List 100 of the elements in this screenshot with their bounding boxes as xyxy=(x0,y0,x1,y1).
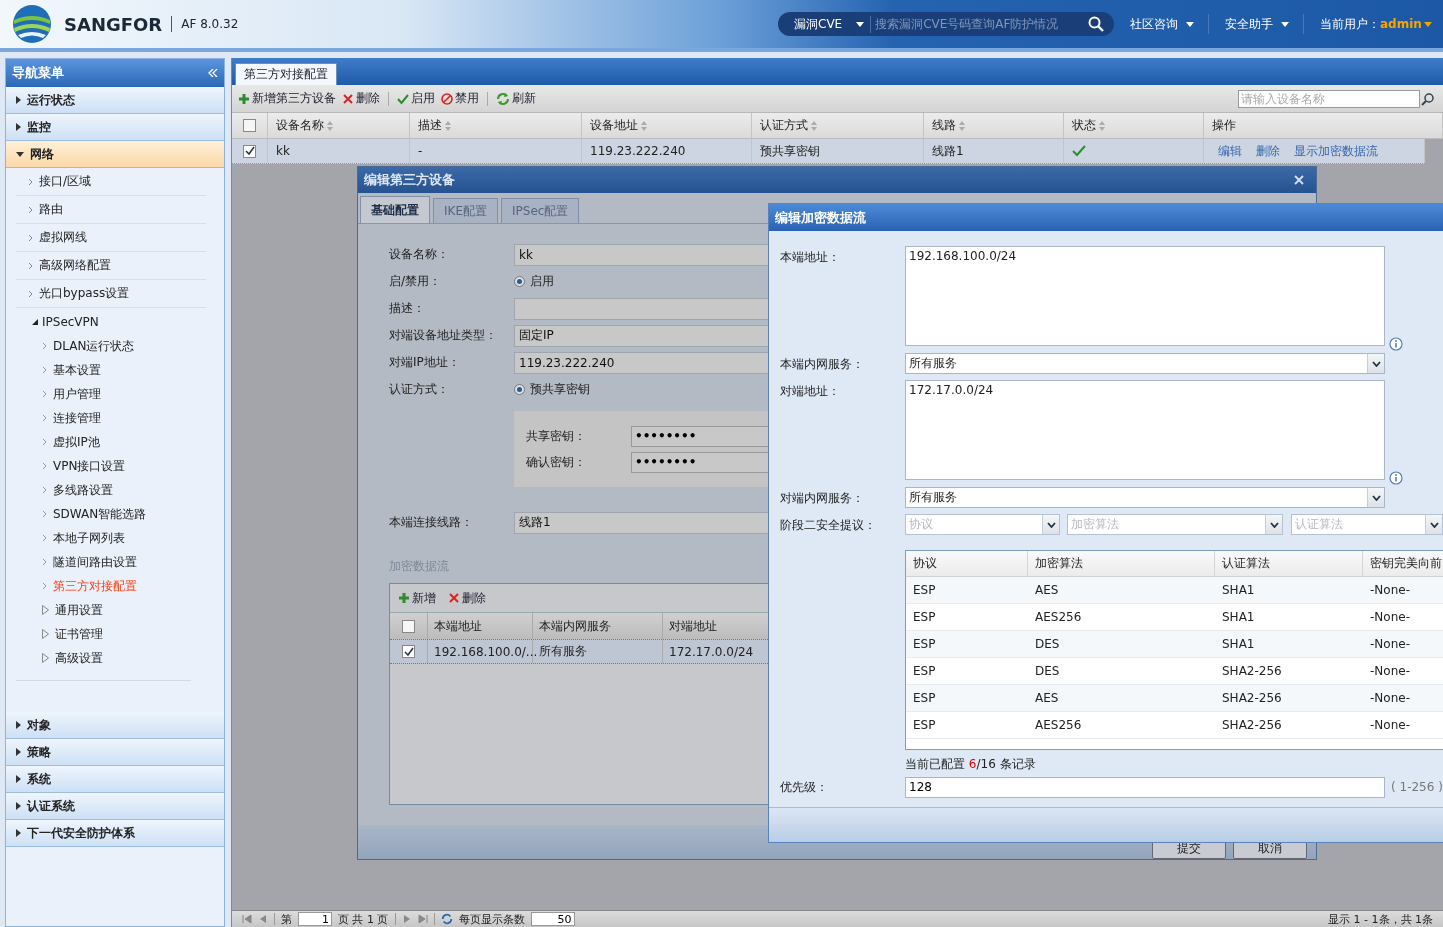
sort-icon xyxy=(327,120,333,131)
nav-item[interactable]: VPN接口设置 xyxy=(6,454,126,478)
nav-item[interactable]: 基本设置 xyxy=(6,358,101,382)
action-link[interactable]: 显示加密数据流 xyxy=(1294,142,1378,160)
radio-label: 启用 xyxy=(530,273,554,290)
dropdown-field[interactable]: 所有服务 xyxy=(905,353,1385,374)
nav-item[interactable]: 隧道间路由设置 xyxy=(6,550,137,574)
nav-item[interactable]: 多线路设置 xyxy=(6,478,113,502)
nav-item[interactable]: SDWAN智能选路 xyxy=(6,502,147,526)
nav-section[interactable]: 下一代安全防护体系 xyxy=(6,820,224,847)
table-cell-text: SHA2-256 xyxy=(1221,717,1283,734)
forbidden-icon xyxy=(441,92,453,105)
search-icon[interactable] xyxy=(1088,16,1104,32)
address-field[interactable]: 172.17.0.0/24 xyxy=(905,380,1385,480)
nav-item[interactable]: DLAN运行状态 xyxy=(6,334,135,358)
nav-item[interactable]: 通用设置 xyxy=(6,598,103,622)
nav-section[interactable]: 监控 xyxy=(6,114,224,141)
column-header[interactable]: 状态 xyxy=(1064,113,1204,138)
toolbar-button[interactable]: 启用 xyxy=(397,88,435,109)
search-icon[interactable] xyxy=(1421,91,1435,106)
refresh-icon[interactable] xyxy=(440,913,453,925)
field-label: 阶段二安全提议： xyxy=(780,517,877,534)
nav-group[interactable]: IPSecVPN xyxy=(6,310,99,334)
radio-button[interactable] xyxy=(514,276,525,287)
nav-item[interactable]: 连接管理 xyxy=(6,406,101,430)
nav-item[interactable]: 高级网络配置 xyxy=(16,252,206,280)
nav-section[interactable]: 运行状态 xyxy=(6,87,224,114)
nav-section[interactable]: 策略 xyxy=(6,739,224,766)
table-cell: 119.23.222.240 xyxy=(582,139,752,163)
address-field[interactable]: 192.168.100.0/24 xyxy=(905,246,1385,346)
toolbar-button[interactable]: 新增 xyxy=(398,588,436,608)
nav-item[interactable]: 用户管理 xyxy=(6,382,101,406)
checkbox[interactable] xyxy=(402,619,415,633)
collapse-icon[interactable] xyxy=(208,69,218,77)
action-link[interactable]: 删除 xyxy=(1256,142,1280,160)
page-size-field[interactable]: 50 xyxy=(530,912,575,926)
dialog-tab[interactable]: 基础配置 xyxy=(360,196,430,223)
caret-icon xyxy=(16,123,21,131)
search-field[interactable]: 漏洞CVE 搜索漏洞CVE号码查询AF防护情况 xyxy=(778,12,1114,36)
device-search-field[interactable]: 请输入设备名称 xyxy=(1238,89,1420,108)
nav-section[interactable]: 系统 xyxy=(6,766,224,793)
nav-section[interactable]: 对象 xyxy=(6,712,224,739)
toolbar-button[interactable]: 刷新 xyxy=(496,88,536,109)
caret-icon xyxy=(1281,21,1289,27)
nav-section[interactable]: 网络 xyxy=(6,141,224,168)
checkbox[interactable] xyxy=(243,119,256,132)
next-page-icon[interactable] xyxy=(401,914,412,924)
info-icon[interactable] xyxy=(1389,337,1403,351)
scope-dropdown[interactable]: 漏洞CVE xyxy=(794,15,872,33)
column-header[interactable]: 加密算法 xyxy=(1028,551,1215,576)
field-label: 本端内网服务： xyxy=(780,356,865,373)
nav-item[interactable]: 证书管理 xyxy=(6,622,103,646)
menu-button[interactable]: 社区咨询 xyxy=(1130,14,1209,34)
checkbox[interactable] xyxy=(402,645,415,658)
table-cell-text: -None- xyxy=(1369,582,1411,599)
toolbar-button[interactable]: 禁用 xyxy=(441,88,479,109)
table-cell-text: SHA1 xyxy=(1221,609,1256,626)
table-cell-text: SHA2-256 xyxy=(1221,663,1283,680)
column-header[interactable]: 操作 xyxy=(1204,113,1443,138)
column-header[interactable]: 描述 xyxy=(410,113,582,138)
first-page-icon[interactable] xyxy=(242,914,252,924)
menu-button[interactable]: 安全助手 xyxy=(1225,14,1304,34)
radio-button[interactable] xyxy=(514,384,525,395)
chevron-icon xyxy=(28,233,33,242)
column-header[interactable]: 线路 xyxy=(924,113,1064,138)
table-cell-text: AES xyxy=(1034,690,1060,707)
column-header[interactable]: 密钥完美向前 xyxy=(1363,551,1443,576)
column-header[interactable]: 设备名称 xyxy=(268,113,410,138)
chevron-icon xyxy=(42,438,47,446)
column-header[interactable]: 协议 xyxy=(906,551,1028,576)
last-page-icon[interactable] xyxy=(417,914,428,924)
nav-item[interactable]: 路由 xyxy=(16,196,206,224)
nav-item[interactable]: 虚拟IP池 xyxy=(6,430,100,454)
info-icon[interactable] xyxy=(1389,471,1403,485)
previous-page-icon[interactable] xyxy=(258,914,268,924)
checkbox[interactable] xyxy=(243,144,256,158)
column-header[interactable]: 认证算法 xyxy=(1215,551,1363,576)
dropdown-field[interactable]: 所有服务 xyxy=(905,487,1385,508)
toolbar-button[interactable]: 新增第三方设备 xyxy=(238,88,336,109)
column-header[interactable]: 设备地址 xyxy=(582,113,752,138)
table-cell: - xyxy=(410,139,582,163)
close-icon[interactable] xyxy=(1294,175,1304,185)
toolbar-button[interactable]: 删除 xyxy=(342,88,380,109)
toolbar-button[interactable]: 删除 xyxy=(448,588,486,608)
nav-item[interactable]: 高级设置 xyxy=(6,646,103,670)
page-tab[interactable]: 第三方对接配置 xyxy=(235,63,337,85)
table-cell-text: ESP xyxy=(912,582,937,599)
table-cell-text: AES256 xyxy=(1034,717,1083,734)
action-link[interactable]: 编辑 xyxy=(1218,142,1242,160)
range-hint: ( 1-256 ) xyxy=(1391,780,1443,794)
nav-item[interactable]: 本地子网列表 xyxy=(6,526,125,550)
page-field[interactable]: 1 xyxy=(298,912,332,926)
nav-section[interactable]: 认证系统 xyxy=(6,793,224,820)
chevron-icon xyxy=(42,414,47,422)
nav-item[interactable]: 虚拟网线 xyxy=(16,224,206,252)
priority-field[interactable]: 128 xyxy=(905,776,1385,798)
nav-item[interactable]: 接口/区域 xyxy=(16,168,206,196)
column-header[interactable]: 认证方式 xyxy=(752,113,924,138)
field-label: 对端IP地址： xyxy=(389,354,461,371)
nav-item[interactable]: 光口bypass设置 xyxy=(16,280,206,308)
